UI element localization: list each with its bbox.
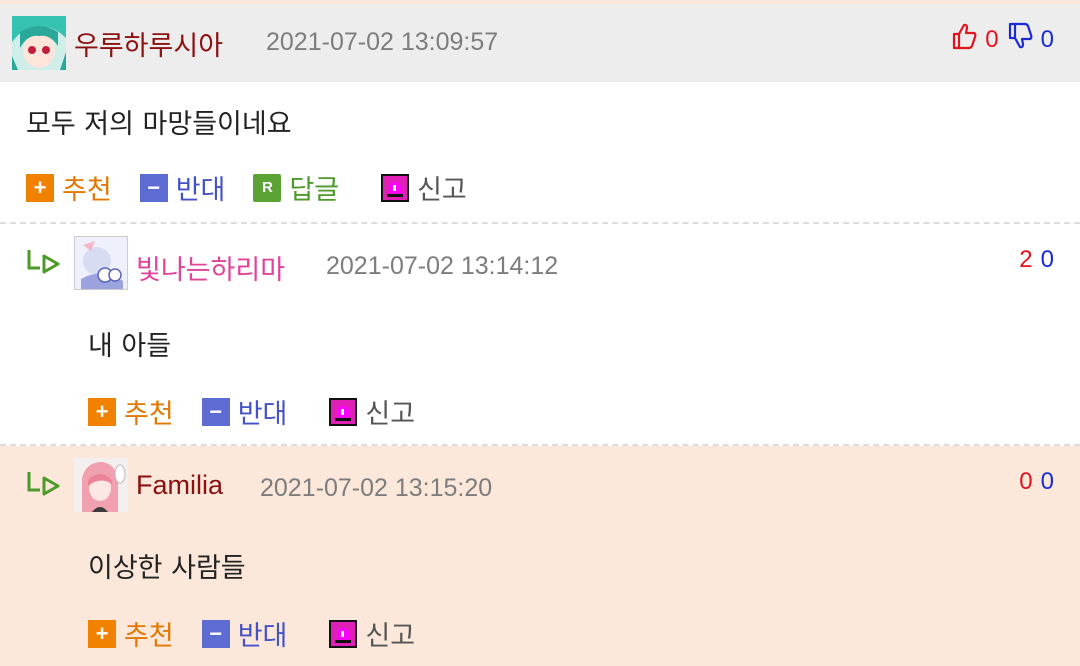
- oppose-label: 반대: [237, 399, 288, 430]
- plus-icon: +: [88, 397, 116, 426]
- like-count: 0: [1019, 468, 1033, 495]
- timestamp: 2021-07-02 13:15:20: [260, 474, 493, 502]
- report-button[interactable]: 신고: [329, 392, 415, 431]
- comment-text: 이상한 사람들: [88, 553, 246, 584]
- vote-counts: 0 0: [1019, 468, 1054, 496]
- dislike-count: 0: [1040, 468, 1054, 495]
- oppose-label: 반대: [237, 621, 288, 652]
- avatar[interactable]: [74, 458, 128, 512]
- comment-actions: + 추천 − 반대 신고: [88, 392, 443, 431]
- reply-label: 답글: [289, 175, 340, 206]
- reply-icon: R: [253, 173, 282, 202]
- report-button[interactable]: 신고: [381, 168, 467, 207]
- minus-icon: −: [139, 173, 168, 202]
- oppose-label: 반대: [175, 175, 226, 206]
- siren-icon: [381, 173, 410, 202]
- report-label: 신고: [365, 399, 416, 430]
- oppose-button[interactable]: − 반대: [201, 614, 288, 653]
- nickname[interactable]: Familia: [136, 470, 223, 501]
- timestamp: 2021-07-02 13:14:12: [326, 252, 559, 280]
- plus-icon: +: [88, 619, 116, 648]
- nickname[interactable]: 빛나는하리마: [136, 248, 285, 287]
- comment-item: 우루하루시아 2021-07-02 13:09:57 0 0 모두 저의 마망들…: [0, 0, 1080, 224]
- comment-text: 모두 저의 마망들이네요: [26, 109, 292, 140]
- minus-icon: −: [201, 397, 230, 426]
- reply-button[interactable]: R 답글: [253, 168, 339, 207]
- recommend-button[interactable]: + 추천: [88, 614, 174, 653]
- recommend-label: 추천: [62, 175, 112, 206]
- report-label: 신고: [417, 175, 467, 206]
- vote-counts: 2 0: [1019, 246, 1054, 274]
- siren-icon: [329, 397, 358, 426]
- comment-text: 내 아들: [88, 331, 172, 362]
- siren-icon: [329, 619, 358, 648]
- thumbs-up-icon[interactable]: [951, 22, 977, 57]
- dislike-count: 0: [1040, 246, 1054, 273]
- plus-icon: +: [26, 173, 54, 202]
- vote-counts: 0 0: [951, 22, 1054, 57]
- thumbs-down-icon[interactable]: [1007, 22, 1033, 57]
- report-label: 신고: [365, 621, 416, 652]
- reply-arrow-icon: [26, 470, 62, 500]
- timestamp: 2021-07-02 13:09:57: [266, 28, 499, 56]
- comment-header: 우루하루시아 2021-07-02 13:09:57 0 0: [0, 0, 1080, 82]
- oppose-button[interactable]: − 반대: [139, 168, 226, 207]
- nickname[interactable]: 우루하루시아: [74, 24, 223, 63]
- oppose-button[interactable]: − 반대: [201, 392, 288, 431]
- like-count: 2: [1019, 246, 1033, 273]
- avatar[interactable]: [12, 16, 66, 70]
- recommend-button[interactable]: + 추천: [88, 392, 174, 431]
- like-count: 0: [985, 25, 999, 53]
- minus-icon: −: [201, 619, 230, 648]
- dislike-count: 0: [1040, 25, 1054, 53]
- recommend-label: 추천: [124, 399, 174, 430]
- report-button[interactable]: 신고: [329, 614, 415, 653]
- comment-actions: + 추천 − 반대 신고: [88, 614, 443, 653]
- comment-actions: + 추천 − 반대 R 답글 신고: [26, 168, 495, 207]
- recommend-label: 추천: [124, 621, 174, 652]
- reply-comment-item: Familia 2021-07-02 13:15:20 0 0 이상한 사람들 …: [0, 446, 1080, 666]
- recommend-button[interactable]: + 추천: [26, 168, 112, 207]
- avatar[interactable]: [74, 236, 128, 290]
- reply-comment-item: 빛나는하리마 2021-07-02 13:14:12 2 0 내 아들 + 추천…: [0, 224, 1080, 446]
- reply-arrow-icon: [26, 248, 62, 278]
